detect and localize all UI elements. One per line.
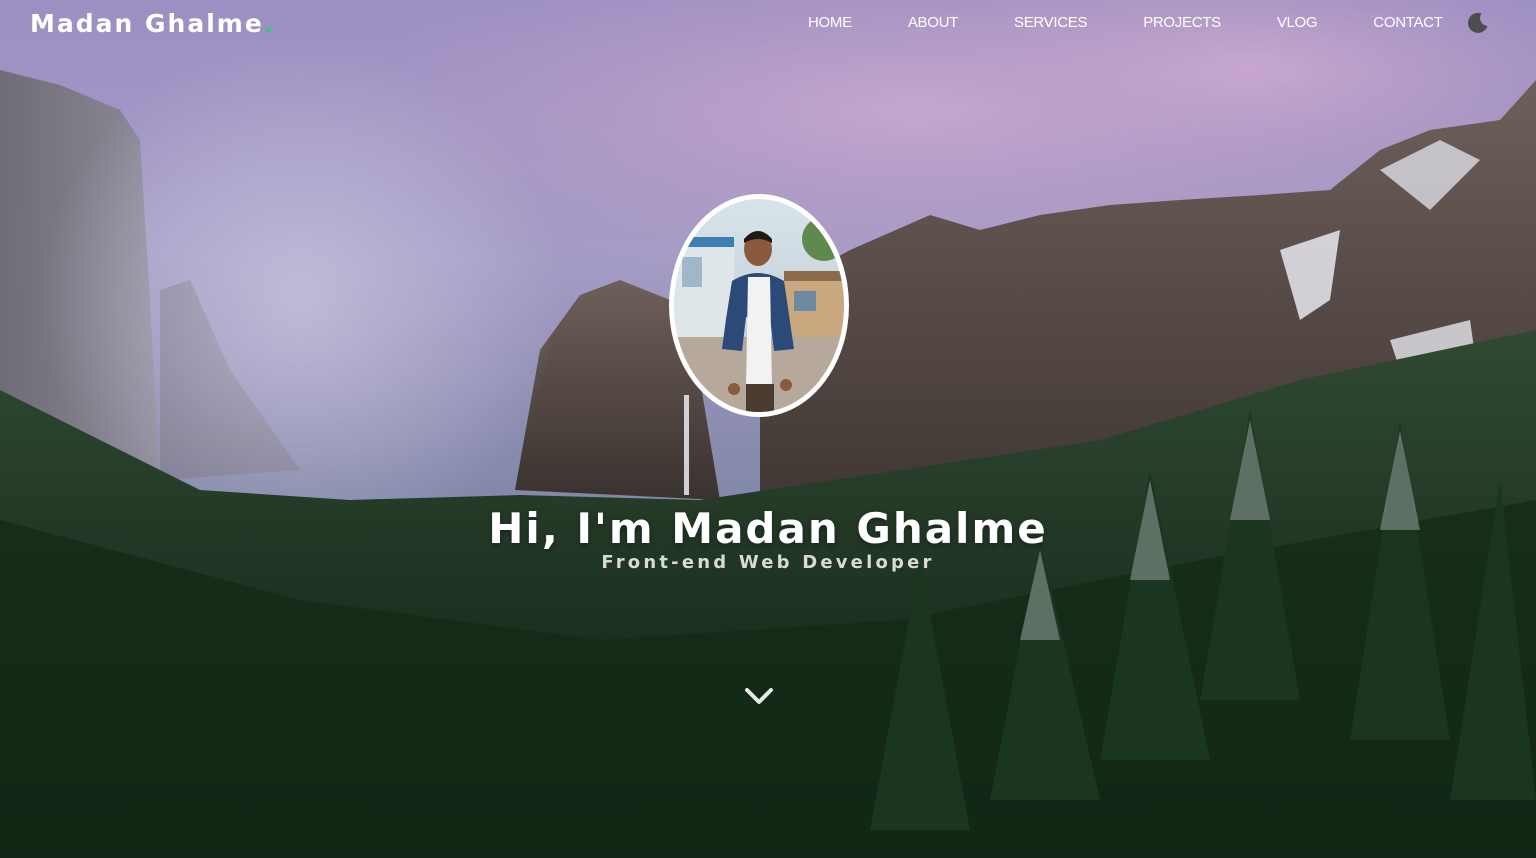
dark-mode-toggle[interactable]	[1466, 11, 1490, 35]
hero-section: Madan Ghalme HOME ABOUT SERVICES PROJECT…	[0, 0, 1536, 858]
nav-link-services[interactable]: SERVICES	[1014, 14, 1087, 31]
scroll-down-button[interactable]	[744, 684, 774, 708]
nav-link-vlog[interactable]: VLOG	[1277, 14, 1318, 31]
moon-icon	[1468, 12, 1488, 33]
chevron-down-icon	[745, 688, 773, 704]
nav-link-home[interactable]: HOME	[808, 14, 852, 31]
profile-photo	[674, 199, 844, 412]
hero-background-photo	[0, 0, 1536, 858]
top-navbar: Madan Ghalme HOME ABOUT SERVICES PROJECT…	[0, 0, 1536, 46]
nav-link-contact[interactable]: CONTACT	[1373, 14, 1443, 31]
hero-subtitle: Front-end Web Developer	[601, 552, 935, 573]
brand-logo-link[interactable]: Madan Ghalme	[30, 9, 271, 38]
nav-link-projects[interactable]: PROJECTS	[1143, 14, 1221, 31]
profile-avatar-frame	[669, 194, 849, 417]
hero-headline: Hi, I'm Madan Ghalme	[488, 504, 1048, 554]
nav-link-about[interactable]: ABOUT	[908, 14, 958, 31]
brand-name: Madan Ghalme	[30, 9, 264, 38]
profile-photo-image	[674, 199, 844, 412]
nav-menu: HOME ABOUT SERVICES PROJECTS VLOG CONTAC…	[808, 14, 1443, 31]
brand-dot-icon	[265, 27, 271, 32]
mountain-landscape	[0, 0, 1536, 858]
